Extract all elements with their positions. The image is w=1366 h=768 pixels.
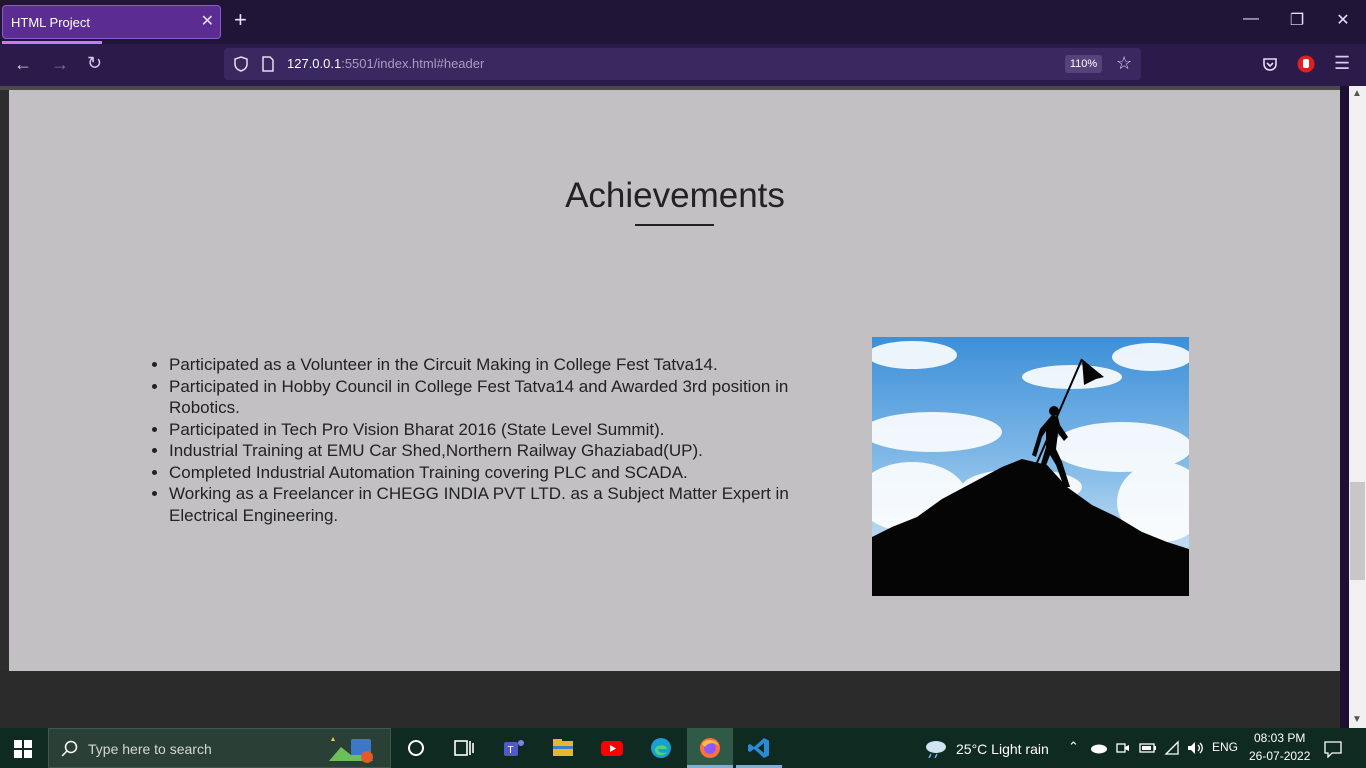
list-item: Participated in Tech Pro Vision Bharat 2… — [169, 419, 839, 441]
pocket-icon[interactable] — [1262, 56, 1278, 72]
show-hidden-icons-chevron-icon[interactable]: ⌃ — [1068, 739, 1079, 755]
url-path: :5501/index.html#header — [341, 56, 485, 71]
bookmark-star-icon[interactable]: ☆ — [1116, 53, 1132, 74]
wifi-icon[interactable] — [1164, 740, 1180, 756]
url-text[interactable]: 127.0.0.1:5501/index.html#header — [287, 56, 484, 71]
windows-start-icon[interactable] — [14, 740, 32, 758]
teams-icon[interactable]: T — [502, 736, 526, 760]
weather-text[interactable]: 25°C Light rain — [956, 741, 1049, 757]
meet-now-icon[interactable] — [1116, 740, 1130, 756]
search-icon — [61, 740, 78, 757]
tab-title: HTML Project — [11, 15, 90, 30]
battery-icon[interactable] — [1139, 742, 1157, 754]
footer-section — [0, 671, 1340, 728]
close-window-icon[interactable]: ✕ — [1320, 10, 1366, 30]
file-explorer-icon[interactable] — [551, 736, 575, 760]
task-view-icon[interactable] — [452, 736, 476, 760]
new-tab-button[interactable]: + — [234, 7, 247, 33]
clock-date[interactable]: 26-07-2022 — [1249, 749, 1310, 763]
scroll-up-icon[interactable]: ▲ — [1352, 88, 1362, 99]
minimize-icon[interactable]: — — [1228, 10, 1274, 28]
zoom-level-badge[interactable]: 110% — [1065, 55, 1102, 73]
restore-icon[interactable]: ❐ — [1274, 10, 1320, 30]
forward-icon[interactable]: → — [51, 54, 69, 75]
notifications-icon[interactable] — [1324, 740, 1342, 758]
windows-taskbar: Type here to search T 25°C Light rain ⌃ … — [0, 728, 1366, 768]
url-host: 127.0.0.1 — [287, 56, 342, 71]
browser-tab[interactable]: HTML Project ✕ — [2, 5, 221, 39]
edge-icon[interactable] — [649, 736, 673, 760]
address-bar[interactable]: 127.0.0.1:5501/index.html#header 110% ☆ — [224, 48, 1141, 80]
heading-underline — [635, 224, 714, 226]
firefox-icon[interactable] — [698, 736, 722, 760]
taskbar-search-box[interactable]: Type here to search — [48, 728, 391, 768]
browser-tab-bar: HTML Project ✕ + — ❐ ✕ — [0, 0, 1366, 44]
tab-close-icon[interactable]: ✕ — [201, 11, 214, 31]
onedrive-cloud-icon[interactable] — [1090, 742, 1108, 754]
search-placeholder: Type here to search — [88, 741, 212, 757]
volume-icon[interactable] — [1186, 740, 1204, 756]
page-icon — [262, 56, 274, 72]
list-item: Working as a Freelancer in CHEGG INDIA P… — [169, 483, 839, 526]
youtube-icon[interactable] — [600, 736, 624, 760]
scrollbar-thumb[interactable] — [1350, 482, 1365, 580]
clock-time[interactable]: 08:03 PM — [1254, 731, 1305, 745]
weather-rain-icon[interactable] — [924, 738, 948, 758]
list-item: Participated as a Volunteer in the Circu… — [169, 354, 839, 376]
achievements-section: Achievements Participated as a Volunteer… — [0, 90, 1340, 728]
reload-icon[interactable]: ↻ — [87, 53, 102, 74]
search-highlight-icon[interactable] — [327, 733, 377, 765]
menu-hamburger-icon[interactable]: ☰ — [1334, 53, 1350, 74]
extension-stop-icon[interactable] — [1297, 55, 1315, 73]
back-icon[interactable]: ← — [14, 54, 32, 75]
achievements-list: Participated as a Volunteer in the Circu… — [150, 354, 839, 526]
list-item: Participated in Hobby Council in College… — [169, 376, 839, 419]
section-heading: Achievements — [565, 176, 785, 215]
shield-icon[interactable] — [234, 56, 248, 72]
climber-with-flag-image — [872, 337, 1189, 596]
vscode-icon[interactable] — [747, 736, 771, 760]
svg-text:T: T — [508, 745, 514, 756]
scroll-down-icon[interactable]: ▼ — [1352, 714, 1362, 725]
navigation-toolbar: ← → ↻ 127.0.0.1:5501/index.html#header 1… — [0, 44, 1366, 86]
language-indicator[interactable]: ENG — [1212, 740, 1238, 754]
page-scrollbar[interactable] — [1349, 86, 1366, 728]
cortana-icon[interactable] — [404, 736, 428, 760]
list-item: Completed Industrial Automation Training… — [169, 462, 839, 484]
list-item: Industrial Training at EMU Car Shed,Nort… — [169, 440, 839, 462]
